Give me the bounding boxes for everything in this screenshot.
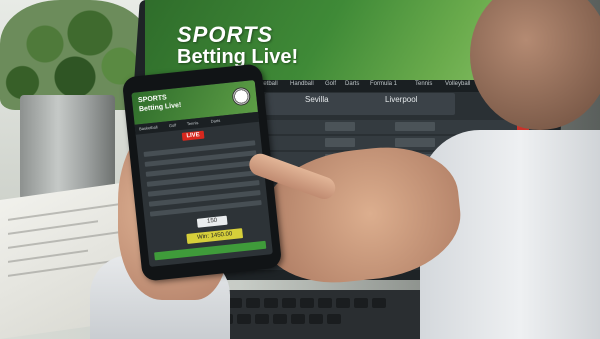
keyboard-key [372, 298, 386, 308]
odds-cell [395, 138, 435, 147]
keyboard-key [255, 314, 269, 324]
stake-input[interactable]: 150 [196, 215, 228, 228]
keyboard-key [354, 298, 368, 308]
paper-line [8, 203, 118, 221]
soccer-ball-icon [231, 86, 252, 107]
keyboard-key [273, 314, 287, 324]
nav-item-golf[interactable]: Golf [325, 81, 336, 87]
phone-screen[interactable]: SPORTS Betting Live! Basketball Golf Ten… [131, 79, 273, 267]
match-header: Sevilla Liverpool [265, 93, 455, 115]
phone-nav-item[interactable]: Basketball [139, 124, 158, 131]
phone-nav-item[interactable]: Tennis [187, 120, 199, 126]
photo-scene: SPORTS Betting Live! Basketball Handball… [0, 0, 600, 339]
keyboard-key [300, 298, 314, 308]
laptop-banner-title: SPORTS [177, 22, 274, 47]
paper-line [8, 220, 98, 235]
team-away: Liverpool [385, 95, 418, 104]
team-home: Sevilla [305, 95, 329, 104]
live-badge: LIVE [181, 130, 205, 141]
phone-nav-item[interactable]: Golf [169, 122, 177, 128]
keyboard-key [282, 298, 296, 308]
place-bet-button[interactable] [154, 240, 267, 261]
phone-nav-item[interactable]: Darts [210, 118, 220, 124]
keyboard-key [228, 298, 242, 308]
keyboard-key [237, 314, 251, 324]
paper-line [8, 249, 88, 263]
keyboard-key [246, 298, 260, 308]
keyboard-key [336, 298, 350, 308]
keyboard-key [264, 298, 278, 308]
odds-cell [395, 122, 435, 131]
keyboard-key [309, 314, 323, 324]
odds-cell [325, 122, 355, 131]
keyboard-key [291, 314, 305, 324]
keyboard-key [327, 314, 341, 324]
nav-item-formula1[interactable]: Formula 1 [370, 81, 397, 87]
nav-item-darts[interactable]: Darts [345, 81, 359, 87]
win-amount: Win: 1450.00 [186, 228, 244, 244]
nav-item-volleyball[interactable]: Volleyball [445, 81, 470, 87]
paper-line [8, 230, 128, 249]
keyboard-key [318, 298, 332, 308]
odds-cell [325, 138, 355, 147]
nav-item-handball[interactable]: Handball [290, 81, 314, 87]
nav-item-tennis[interactable]: Tennis [415, 81, 432, 87]
